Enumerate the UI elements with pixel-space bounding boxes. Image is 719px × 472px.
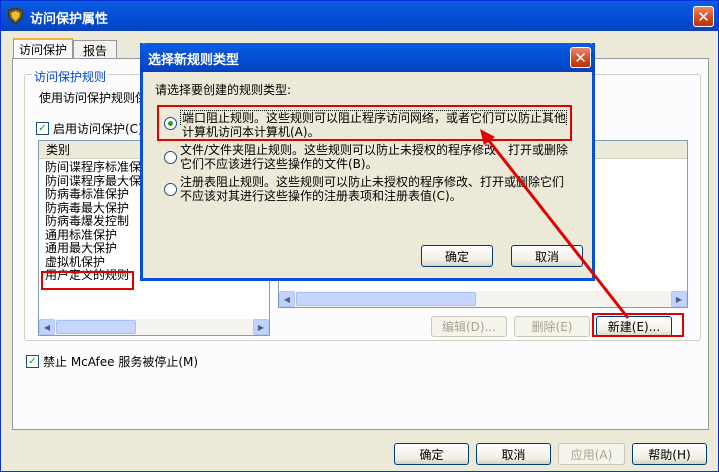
arrow-head <box>480 129 495 145</box>
annotation-arrow <box>480 129 630 319</box>
arrow-shaft <box>484 136 630 319</box>
